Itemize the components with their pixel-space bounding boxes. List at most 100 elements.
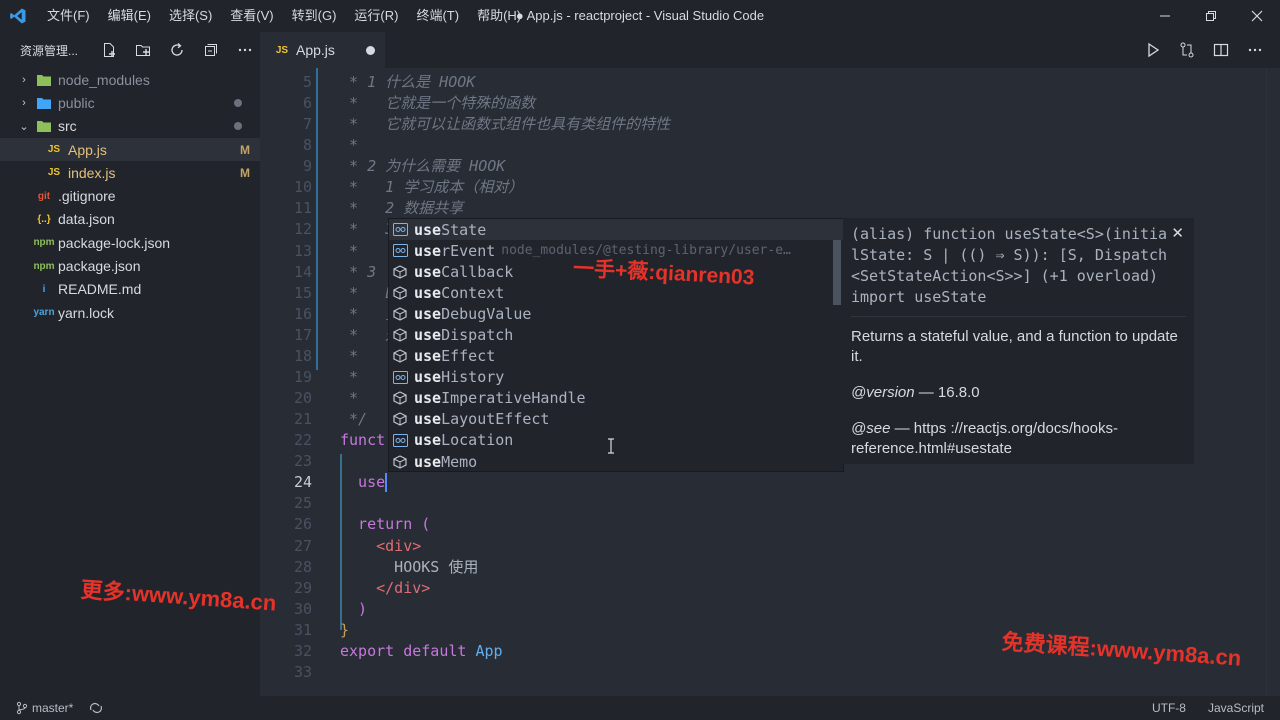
suggestion-item[interactable]: use LayoutEffect — [389, 409, 843, 430]
code-line: 8 * — [260, 135, 1280, 156]
suggestion-rest: Context — [441, 283, 505, 302]
tree-item-readme-md[interactable]: i README.md — [0, 278, 260, 301]
more-actions-icon[interactable] — [1244, 39, 1266, 61]
suggestion-rest: Memo — [441, 452, 478, 471]
code-text: * 3 — [340, 262, 377, 281]
menu-item-1[interactable]: 编辑(E) — [99, 0, 160, 32]
tree-item-app-js[interactable]: JS App.js M — [0, 137, 260, 162]
tree-item-data-json[interactable]: {..} data.json — [0, 208, 260, 231]
code-line: 33 — [260, 662, 1280, 683]
line-number: 9 — [302, 157, 312, 176]
suggestion-rest: Callback — [441, 262, 514, 281]
tree-item-yarn-lock[interactable]: yarn yarn.lock — [0, 301, 260, 324]
method-icon — [392, 306, 408, 322]
text-cursor — [385, 473, 388, 493]
new-file-icon[interactable] — [96, 39, 122, 61]
suggestion-rest: History — [441, 368, 505, 387]
code-line: 9 * 2 为什么需要 HOOK — [260, 156, 1280, 177]
menu-item-3[interactable]: 查看(V) — [221, 0, 282, 32]
minimize-icon[interactable] — [1142, 0, 1188, 32]
signature-text: (alias) function useState<S>(initialStat… — [851, 225, 1168, 306]
see-tag: @see — https ://reactjs.org/docs/hooks-r… — [851, 419, 1186, 459]
tree-item--gitignore[interactable]: git .gitignore — [0, 184, 260, 207]
code-text: * — [340, 389, 359, 408]
chevron-icon[interactable]: › — [16, 97, 32, 109]
suggestion-match: use — [414, 410, 442, 429]
tree-item-label: .gitignore — [58, 188, 116, 205]
window-controls — [1142, 0, 1280, 32]
tree-item-package-lock-json[interactable]: npm package-lock.json — [0, 231, 260, 254]
close-window-icon[interactable] — [1234, 0, 1280, 32]
sync-status[interactable] — [81, 701, 111, 715]
suggestion-item[interactable]: use Dispatch — [389, 324, 843, 345]
menu-item-2[interactable]: 选择(S) — [160, 0, 221, 32]
line-number: 21 — [293, 410, 312, 429]
chevron-icon[interactable]: › — [16, 74, 32, 86]
tab-bar: JS App.js — [260, 32, 1280, 68]
new-folder-icon[interactable] — [130, 39, 156, 61]
unsaved-dot-icon[interactable] — [366, 45, 375, 55]
menu-item-7[interactable]: 帮助(H) — [468, 0, 530, 32]
method-icon — [392, 327, 408, 343]
tree-item-public[interactable]: › public — [0, 91, 260, 114]
compare-changes-icon[interactable] — [1176, 39, 1198, 61]
code-text: use — [340, 473, 386, 492]
line-number: 22 — [293, 431, 312, 450]
suggestion-item[interactable]: use Location — [389, 430, 843, 451]
tree-item-node-modules[interactable]: › node_modules — [0, 68, 260, 91]
code-text: <div> — [340, 536, 422, 555]
more-actions-icon[interactable] — [232, 39, 258, 61]
menu-item-6[interactable]: 终端(T) — [407, 0, 468, 32]
method-icon — [392, 454, 408, 470]
code-text: } — [340, 620, 350, 639]
changes-dot-icon — [234, 98, 242, 107]
run-icon[interactable] — [1142, 39, 1164, 61]
editor-scrollbar[interactable] — [1266, 68, 1280, 696]
line-number: 15 — [293, 283, 312, 302]
branch-status[interactable]: master* — [0, 701, 81, 715]
see-link[interactable]: — https ://reactjs.org/docs/hooks-refere… — [851, 420, 1118, 457]
suggestion-item[interactable]: use Memo — [389, 451, 843, 472]
suggestion-item[interactable]: use DebugValue — [389, 303, 843, 324]
menu-item-5[interactable]: 运行(R) — [345, 0, 407, 32]
tree-item-label: node_modules — [58, 71, 150, 88]
status-bar: master* UTF-8 JavaScript — [0, 696, 1280, 720]
tree-item-label: index.js — [68, 164, 116, 181]
code-text: * 2 数据共享 — [340, 199, 464, 218]
explorer-title: 资源管理... — [20, 43, 79, 58]
code-text: return ( — [340, 515, 431, 534]
git-branch-icon — [16, 701, 28, 715]
split-editor-icon[interactable] — [1210, 39, 1232, 61]
language-mode[interactable]: JavaScript — [1200, 701, 1280, 715]
suggestion-item[interactable]: use ImperativeHandle — [389, 388, 843, 409]
encoding-status[interactable]: UTF-8 — [1144, 701, 1200, 715]
code-text: * — [340, 136, 359, 155]
reference-icon — [392, 432, 408, 448]
tree-item-src[interactable]: ⌄ src — [0, 115, 260, 138]
code-text: * E — [340, 283, 395, 302]
refresh-icon[interactable] — [164, 39, 190, 61]
collapse-all-icon[interactable] — [198, 39, 224, 61]
line-number: 31 — [293, 620, 312, 639]
menu-item-4[interactable]: 转到(G) — [283, 0, 346, 32]
chevron-icon[interactable]: ⌄ — [16, 120, 32, 133]
code-text: </div> — [340, 578, 431, 597]
suggestion-item[interactable]: use Effect — [389, 346, 843, 367]
suggestion-item[interactable]: use Context — [389, 282, 843, 303]
menu-item-0[interactable]: 文件(F) — [38, 0, 99, 32]
restore-icon[interactable] — [1188, 0, 1234, 32]
line-number: 10 — [293, 178, 312, 197]
suggestion-item[interactable]: use State — [389, 219, 843, 241]
reference-icon — [392, 222, 408, 238]
close-icon[interactable]: ✕ — [1171, 224, 1184, 242]
tree-item-label: data.json — [58, 211, 115, 228]
suggestion-item[interactable]: use History — [389, 367, 843, 388]
suggestion-rest: Dispatch — [441, 326, 514, 345]
line-number: 11 — [293, 199, 312, 218]
suggestion-match: use — [414, 283, 442, 302]
tree-item-package-json[interactable]: npm package.json — [0, 254, 260, 277]
suggestion-rest: Effect — [441, 347, 496, 366]
tree-item-index-js[interactable]: JS index.js M — [0, 161, 260, 184]
tab-app-js[interactable]: JS App.js — [260, 32, 385, 68]
line-number: 14 — [293, 262, 312, 281]
